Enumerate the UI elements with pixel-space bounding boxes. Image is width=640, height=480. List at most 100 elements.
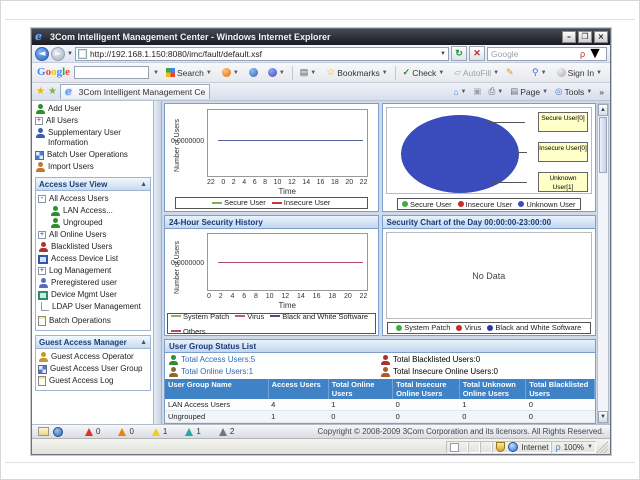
restore-button[interactable]: ❐ bbox=[578, 31, 592, 43]
expand-icon[interactable]: + bbox=[35, 117, 43, 125]
autofill-button[interactable]: ▱AutoFill▼ bbox=[451, 66, 502, 79]
browser-tab[interactable]: e 3Com Intelligent Management Center bbox=[60, 84, 210, 99]
sidebar-item-label[interactable]: Supplementary User Information bbox=[48, 128, 151, 148]
back-button[interactable]: ◄ bbox=[35, 47, 49, 61]
expand-plus-icon[interactable]: + bbox=[38, 267, 46, 275]
stop-button[interactable]: ✕ bbox=[469, 46, 485, 61]
access-user-view-header[interactable]: Access User View ▲ bbox=[36, 178, 150, 191]
check-button[interactable]: ✓Check▼ bbox=[400, 66, 448, 79]
forward-button[interactable]: ► bbox=[51, 47, 65, 61]
tree-item-label[interactable]: Access Device List bbox=[51, 254, 149, 264]
sidebar-item-import-users[interactable]: Import Users bbox=[35, 161, 151, 173]
sidebar-splitter[interactable] bbox=[154, 101, 162, 424]
tree-item-log-management[interactable]: +Log Management bbox=[38, 265, 149, 277]
sidebar-item-label[interactable]: Import Users bbox=[48, 162, 151, 172]
tree-item-label[interactable]: Preregistered user bbox=[51, 278, 149, 288]
url-text[interactable]: http://192.168.1.150:8080/imc/fault/defa… bbox=[90, 49, 437, 59]
refresh-button[interactable]: ↻ bbox=[451, 46, 467, 61]
alarm-sound-icon[interactable] bbox=[53, 427, 63, 437]
alarm-critical[interactable]: 0 bbox=[85, 427, 100, 436]
tree-item-access-device-list[interactable]: Access Device List bbox=[38, 253, 149, 265]
tree-item-ldap-user-management[interactable]: LDAP User Management bbox=[38, 301, 149, 315]
page-menu-button[interactable]: ▤Page▼ bbox=[508, 86, 550, 97]
alarm-minor[interactable]: 1 bbox=[152, 427, 167, 436]
summary-total-online-users[interactable]: Total Online Users:1 bbox=[168, 366, 380, 378]
tree-item-all-access-users[interactable]: -All Access Users bbox=[38, 193, 149, 205]
collapse-icon[interactable]: ▲ bbox=[140, 181, 147, 188]
scrollbar-thumb[interactable] bbox=[599, 117, 607, 173]
column-header[interactable]: Total Unknown Online Users bbox=[459, 379, 526, 399]
column-header[interactable]: User Group Name bbox=[165, 379, 268, 399]
sidebar-item-label[interactable]: Guest Access Operator bbox=[51, 352, 149, 362]
favorites-icon[interactable]: ★ bbox=[36, 87, 45, 97]
column-header[interactable]: Access Users bbox=[268, 379, 328, 399]
zoom-dropdown-icon[interactable]: ▼ bbox=[587, 444, 593, 450]
collapse-minus-icon[interactable]: - bbox=[38, 195, 46, 203]
minimize-button[interactable]: – bbox=[562, 31, 576, 43]
tree-item-label[interactable]: Batch Operations bbox=[49, 316, 149, 326]
print-button[interactable]: ⎙▼ bbox=[486, 86, 505, 97]
toolbar-settings-button[interactable]: ⚲▼ bbox=[529, 66, 550, 79]
tree-item-lan-access[interactable]: LAN Access... bbox=[50, 205, 149, 217]
highlighter-icon[interactable]: ✎ bbox=[506, 67, 514, 78]
history-dropdown-icon[interactable]: ▼ bbox=[67, 51, 73, 57]
send-to-button[interactable]: ▤▼ bbox=[297, 66, 319, 79]
chevron-more-icon[interactable]: » bbox=[597, 87, 606, 97]
alarm-info[interactable]: 2 bbox=[219, 427, 234, 436]
table-row[interactable]: Ungrouped 1 0 0 0 0 bbox=[165, 411, 595, 423]
tree-item-blacklisted-users[interactable]: Blacklisted Users bbox=[38, 241, 149, 253]
guest-access-manager-header[interactable]: Guest Access Manager ▲ bbox=[36, 336, 150, 349]
sidebar-item-supplementary-user-information[interactable]: Supplementary User Information bbox=[35, 127, 151, 149]
tree-item-label[interactable]: Log Management bbox=[49, 266, 149, 276]
resize-grip[interactable] bbox=[596, 441, 608, 453]
tree-item-label[interactable]: All Access Users bbox=[49, 194, 149, 204]
close-button[interactable]: × bbox=[594, 31, 608, 43]
sidebar-item-batch-user-operations[interactable]: Batch User Operations bbox=[35, 149, 151, 161]
sidebar-item-guest-access-log[interactable]: Guest Access Log bbox=[38, 375, 149, 387]
google-search-input[interactable] bbox=[74, 66, 149, 79]
event-browse-icon[interactable] bbox=[38, 427, 49, 436]
column-header[interactable]: Total Insecure Online Users bbox=[393, 379, 460, 399]
tree-item-batch-operations[interactable]: Batch Operations bbox=[38, 315, 149, 327]
collapse-icon[interactable]: ▲ bbox=[140, 339, 147, 346]
add-gadget-button[interactable]: ▼ bbox=[265, 67, 288, 78]
security-zone-pane[interactable]: Internet bbox=[492, 441, 551, 453]
bookmarks-button[interactable]: ☆Bookmarks▼ bbox=[323, 67, 390, 79]
scroll-down-icon[interactable]: ▼ bbox=[598, 411, 608, 423]
sidebar-item-label[interactable]: Guest Access User Group bbox=[50, 364, 149, 374]
zoom-pane[interactable]: ρ 100% ▼ bbox=[551, 441, 596, 453]
alarm-warning[interactable]: 1 bbox=[185, 427, 200, 436]
sidebar-item-add-user[interactable]: Add User bbox=[35, 103, 151, 115]
tree-item-all-online-users[interactable]: +All Online Users bbox=[38, 229, 149, 241]
column-header[interactable]: Total Online Users bbox=[328, 379, 392, 399]
pagerank-button[interactable]: ▼ bbox=[219, 67, 242, 78]
alarm-major[interactable]: 0 bbox=[118, 427, 133, 436]
sidebar-item-label[interactable]: All Users bbox=[46, 116, 151, 126]
summary-total-access-users[interactable]: Total Access Users:5 bbox=[168, 354, 380, 366]
sidebar-item-guest-access-user-group[interactable]: Guest Access User Group bbox=[38, 363, 149, 375]
sidebar-item-guest-access-operator[interactable]: Guest Access Operator bbox=[38, 351, 149, 363]
expand-plus-icon[interactable]: + bbox=[38, 231, 46, 239]
tools-menu-button[interactable]: ◎Tools▼ bbox=[553, 86, 594, 97]
sidebar-item-label[interactable]: Batch User Operations bbox=[47, 150, 151, 160]
tree-item-label[interactable]: Blacklisted Users bbox=[51, 242, 149, 252]
tree-item-ungrouped[interactable]: Ungrouped bbox=[50, 217, 149, 229]
tree-item-preregistered-user[interactable]: Preregistered user bbox=[38, 277, 149, 289]
tree-item-label[interactable]: All Online Users bbox=[49, 230, 149, 240]
search-magnifier-icon[interactable]: ρ bbox=[580, 49, 585, 59]
tree-item-label[interactable]: LAN Access... bbox=[63, 206, 149, 216]
search-dropdown-icon[interactable]: ▼ bbox=[587, 45, 603, 63]
google-input-dropdown-icon[interactable]: ▼ bbox=[153, 70, 159, 76]
google-search-button[interactable]: Search▼ bbox=[163, 67, 215, 79]
main-scrollbar[interactable]: ▲ ▼ bbox=[597, 103, 609, 424]
home-button[interactable]: ⌂▼ bbox=[451, 87, 468, 97]
column-header[interactable]: Total Blacklisted Users bbox=[526, 379, 595, 399]
tree-item-label[interactable]: LDAP User Management bbox=[52, 302, 149, 312]
summary-link[interactable]: Total Online Users:1 bbox=[181, 366, 253, 378]
scrollbar-track[interactable] bbox=[598, 174, 608, 411]
tree-item-device-mgmt-user[interactable]: Device Mgmt User bbox=[38, 289, 149, 301]
sidebar-item-all-users[interactable]: +All Users bbox=[35, 115, 151, 127]
scroll-up-icon[interactable]: ▲ bbox=[598, 104, 608, 116]
address-dropdown-icon[interactable]: ▼ bbox=[440, 51, 446, 57]
share-button[interactable] bbox=[246, 67, 261, 78]
